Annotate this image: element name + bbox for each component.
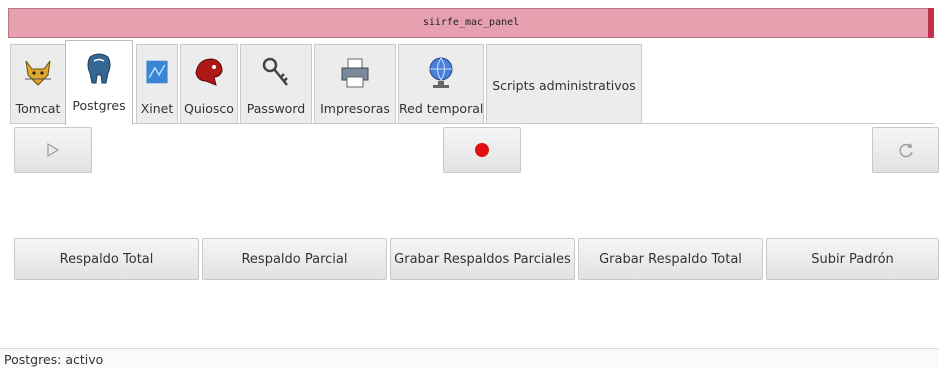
tab-scripts-administrativos[interactable]: Scripts administrativos xyxy=(486,44,642,124)
record-stop-icon xyxy=(475,143,489,157)
respaldo-total-button[interactable]: Respaldo Total xyxy=(14,238,199,280)
tab-postgres[interactable]: Postgres xyxy=(65,40,133,125)
tabs-divider xyxy=(10,123,934,124)
tomcat-icon xyxy=(25,60,51,86)
tab-label: Impresoras xyxy=(320,101,390,116)
tab-label: Scripts administrativos xyxy=(492,78,636,93)
start-button[interactable] xyxy=(14,127,92,173)
tab-red-temporal[interactable]: Red temporal xyxy=(398,44,484,124)
tab-label: Password xyxy=(246,101,306,116)
quiosco-icon xyxy=(195,58,223,86)
tab-password[interactable]: Password xyxy=(240,44,312,124)
grabar-respaldos-parciales-button[interactable]: Grabar Respaldos Parciales xyxy=(390,238,575,280)
play-icon xyxy=(47,142,60,158)
tab-label: Postgres xyxy=(72,98,126,113)
network-globe-icon xyxy=(429,57,453,88)
button-label: Subir Padrón xyxy=(811,251,894,267)
tab-xinet[interactable]: Xinet xyxy=(136,44,178,124)
tab-impresoras[interactable]: Impresoras xyxy=(314,44,396,124)
button-label: Respaldo Parcial xyxy=(241,251,348,267)
grabar-respaldo-total-button[interactable]: Grabar Respaldo Total xyxy=(578,238,763,280)
subir-padron-button[interactable]: Subir Padrón xyxy=(766,238,939,280)
button-label: Grabar Respaldo Total xyxy=(599,251,742,267)
tab-label: Xinet xyxy=(140,101,174,116)
window-titlebar[interactable]: siirfe_mac_panel xyxy=(8,8,934,38)
stop-button[interactable] xyxy=(443,127,521,173)
button-label: Grabar Respaldos Parciales xyxy=(394,251,571,267)
window-title: siirfe_mac_panel xyxy=(422,17,520,28)
status-bar: Postgres: activo xyxy=(0,348,939,369)
button-label: Respaldo Total xyxy=(59,251,154,267)
refresh-icon xyxy=(899,143,913,158)
tab-label: Tomcat xyxy=(15,101,61,116)
xinet-icon xyxy=(146,60,168,84)
postgres-elephant-icon xyxy=(87,53,111,84)
tab-tomcat[interactable]: Tomcat xyxy=(10,44,66,124)
status-text: Postgres: activo xyxy=(4,352,104,367)
printer-icon xyxy=(341,58,369,88)
tab-quiosco[interactable]: Quiosco xyxy=(180,44,238,124)
tab-label: Quiosco xyxy=(184,101,234,116)
tab-label: Red temporal xyxy=(399,101,484,116)
tab-bar: Tomcat Postgres Xinet Quiosco Password I… xyxy=(10,40,930,125)
keys-icon xyxy=(262,57,288,86)
titlebar-edge xyxy=(928,8,934,38)
respaldo-parcial-button[interactable]: Respaldo Parcial xyxy=(202,238,387,280)
refresh-button[interactable] xyxy=(872,127,939,173)
